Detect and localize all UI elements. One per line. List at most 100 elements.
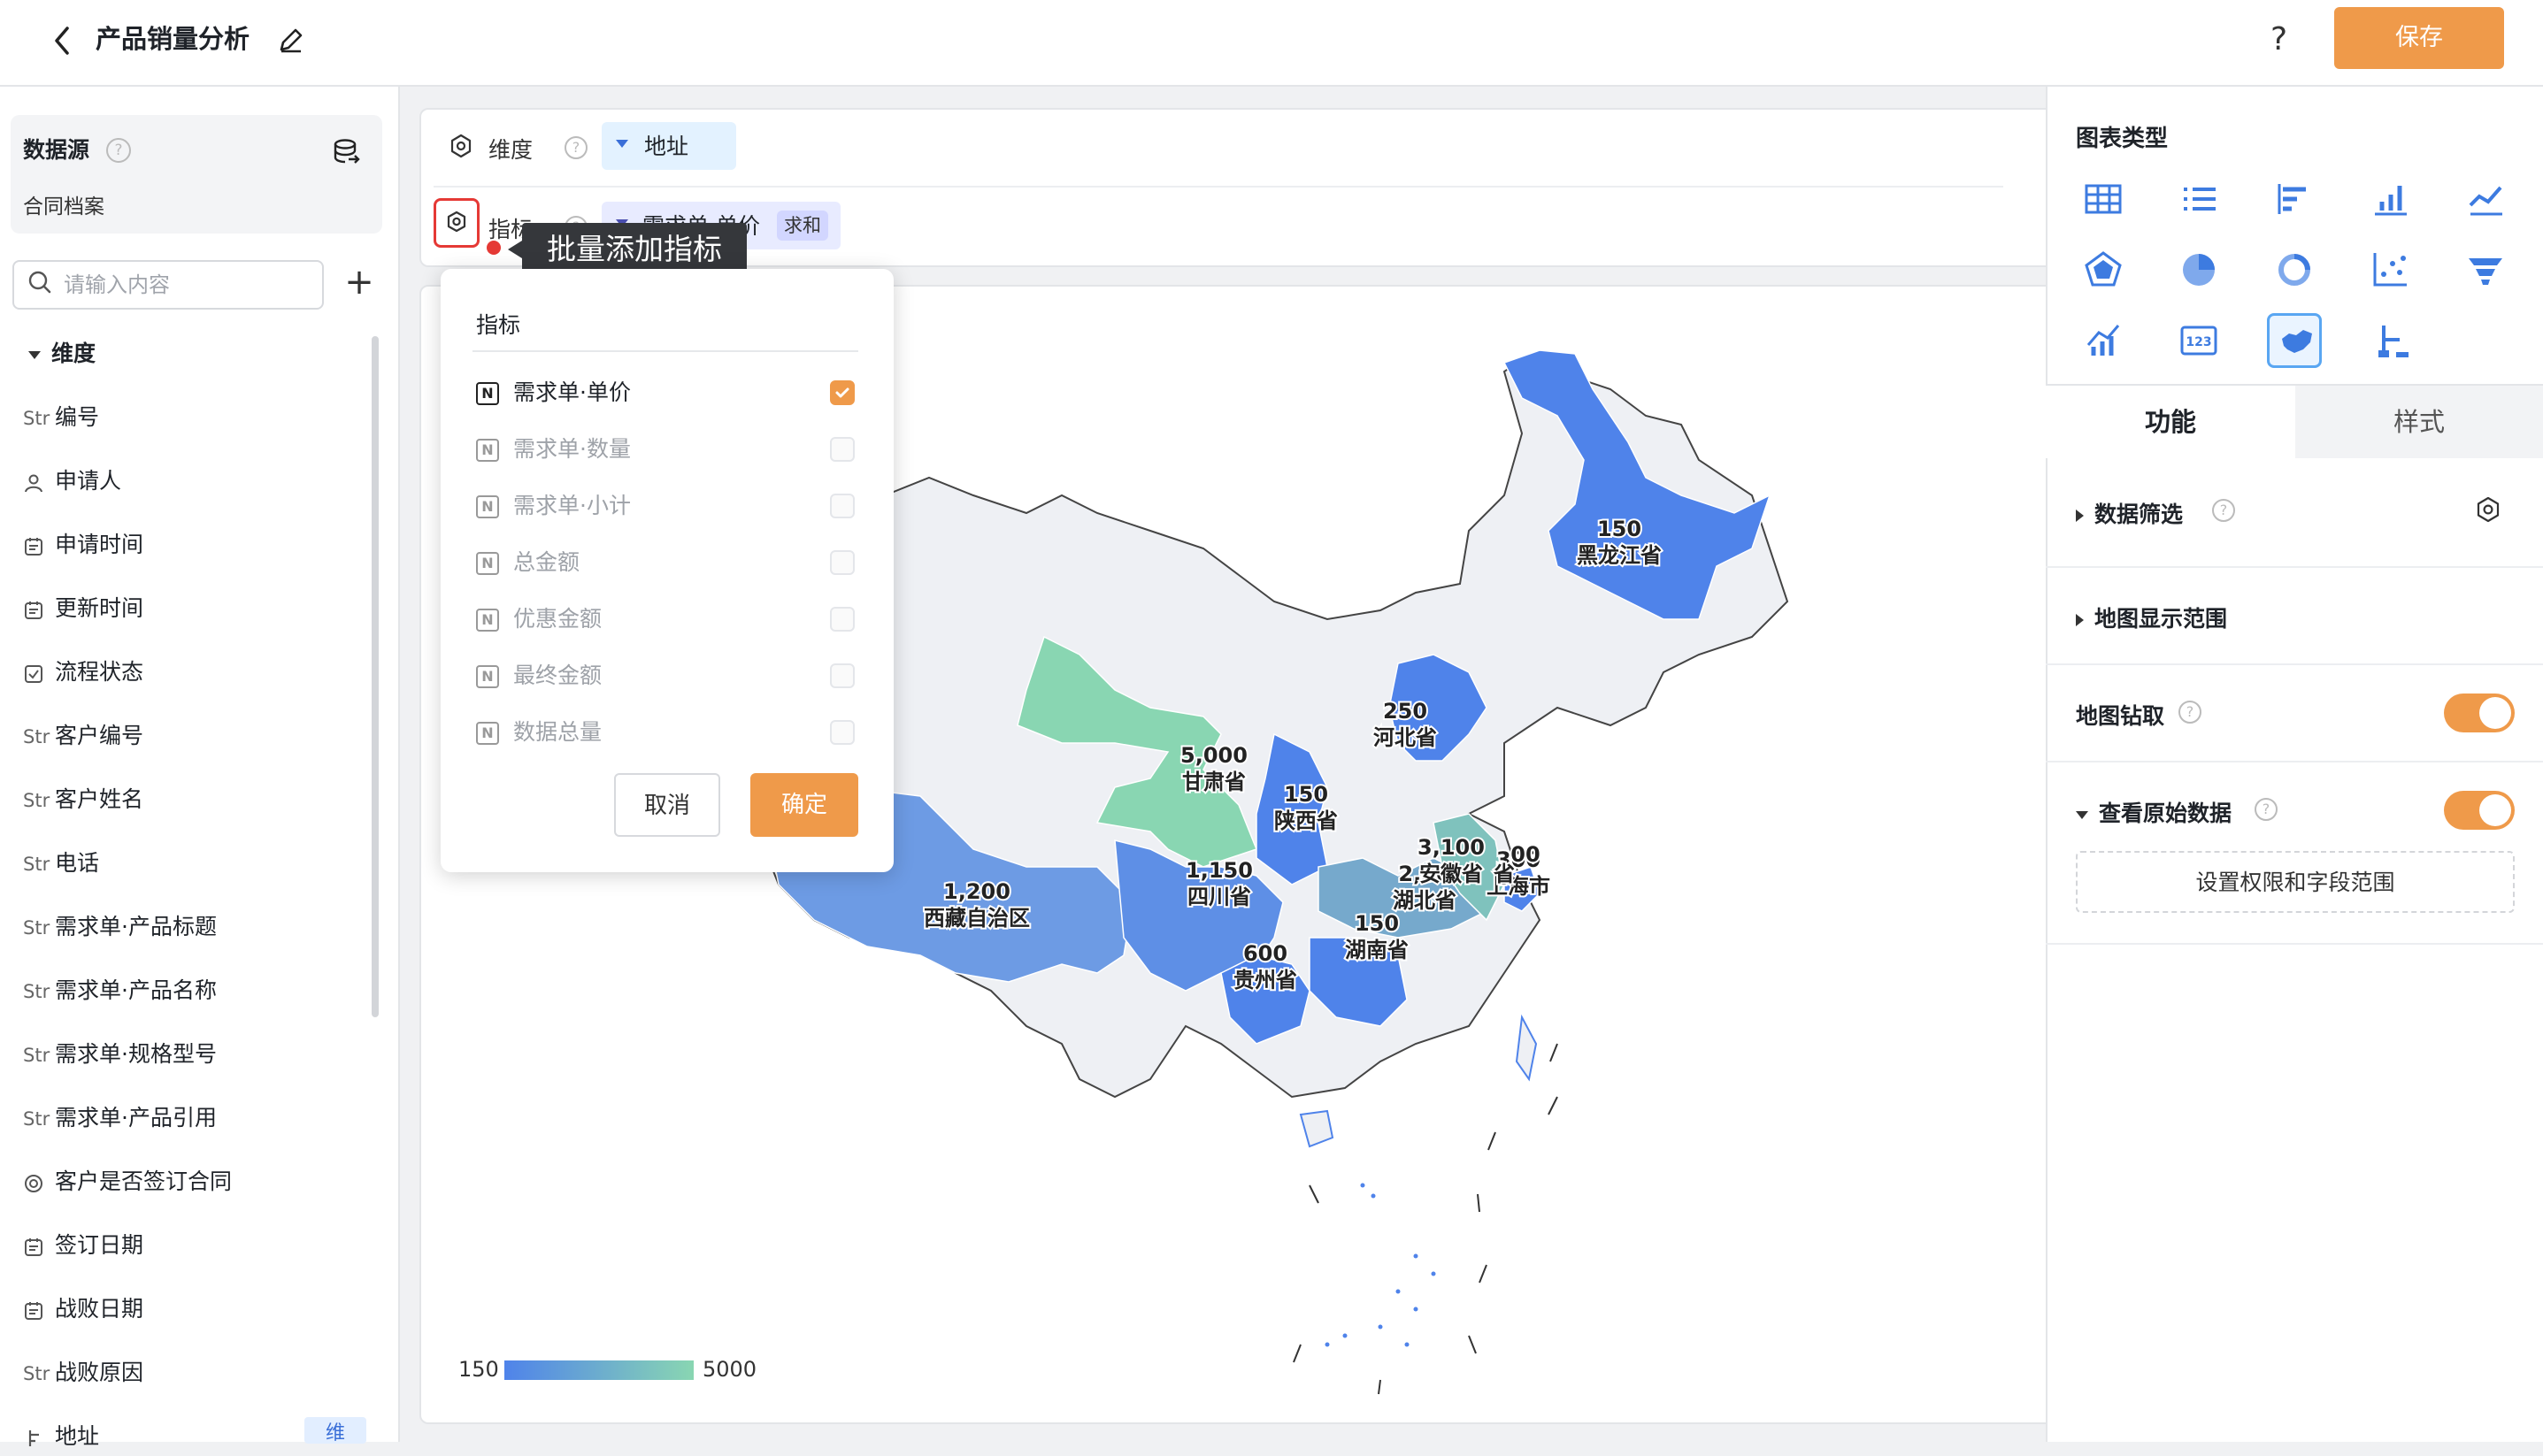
field-list-scrollbar[interactable] [372, 336, 379, 1017]
table-icon[interactable] [2076, 172, 2131, 226]
metric-option[interactable]: N 最终金额 [476, 658, 858, 694]
field-item-label: 更新时间 [55, 595, 144, 621]
funnel-icon[interactable] [2458, 242, 2513, 297]
map-drill-help-icon[interactable]: ? [2178, 701, 2201, 724]
tooltip-arrow [508, 241, 522, 258]
raw-data-help-icon[interactable]: ? [2255, 798, 2278, 821]
data-filter-setting-icon[interactable] [2474, 495, 2502, 527]
set-permission-button[interactable]: 设置权限和字段范围 [2076, 851, 2515, 913]
scatter-icon[interactable] [2362, 242, 2417, 297]
map-chart-icon[interactable] [2267, 313, 2322, 368]
radio-icon [23, 1166, 55, 1201]
data-filter-label: 数据筛选 [2094, 502, 2184, 527]
dimension-group-header[interactable]: 维度 [28, 336, 96, 368]
datasource-help-icon[interactable]: ? [106, 138, 131, 163]
legend-min-label: 150 [458, 1357, 499, 1382]
list-icon[interactable] [2171, 172, 2226, 226]
metric-aggregation-tag[interactable]: 求和 [777, 211, 828, 241]
back-icon[interactable] [48, 23, 76, 58]
horizontal-bar-icon[interactable] [2267, 172, 2322, 226]
calendar-icon [23, 1293, 55, 1329]
metric-option-checkbox[interactable] [830, 720, 855, 745]
line-chart-icon[interactable] [2458, 172, 2513, 226]
field-item[interactable]: Str 需求单·规格型号 [23, 1037, 217, 1072]
field-item[interactable]: Str 需求单·产品名称 [23, 973, 217, 1008]
metric-option-checkbox[interactable] [830, 494, 855, 518]
save-button[interactable]: 保存 [2334, 7, 2504, 69]
bar-chart-icon[interactable] [2362, 172, 2417, 226]
database-switch-icon[interactable] [331, 136, 361, 166]
edit-icon[interactable] [276, 25, 306, 55]
data-filter-help-icon[interactable]: ? [2212, 499, 2235, 522]
raw-data-section[interactable]: 查看原始数据 [2076, 796, 2232, 828]
metric-option-checkbox[interactable] [830, 663, 855, 688]
map-region-name-label: 四川省 [1187, 885, 1251, 909]
metric-option-label: 优惠金额 [513, 606, 603, 632]
field-item[interactable]: Str 编号 [23, 400, 99, 435]
metric-option-checkbox[interactable] [830, 380, 855, 405]
tab-function[interactable]: 功能 [2046, 384, 2295, 458]
field-item[interactable]: 签订日期 [23, 1228, 143, 1263]
metric-option[interactable]: N 数据总量 [476, 715, 858, 750]
metric-option[interactable]: N 需求单·单价 [476, 375, 858, 410]
metric-option-checkbox[interactable] [830, 437, 855, 462]
field-item[interactable]: 申请时间 [23, 527, 143, 563]
section-divider [2046, 943, 2543, 945]
map-range-section[interactable]: 地图显示范围 [2076, 602, 2227, 633]
pie-icon[interactable] [2171, 242, 2226, 297]
field-item[interactable]: 申请人 [23, 464, 121, 499]
text-type-icon: Str [23, 790, 50, 811]
number-type-icon: N [476, 665, 499, 688]
text-type-icon: Str [23, 917, 50, 939]
page-title: 产品销量分析 [96, 24, 250, 54]
confirm-button[interactable]: 确定 [750, 773, 858, 837]
field-item[interactable]: Str 需求单·产品引用 [23, 1100, 217, 1136]
metric-batch-add-icon[interactable] [434, 198, 480, 248]
raw-data-toggle[interactable] [2444, 791, 2515, 830]
number-type-icon: N [476, 382, 499, 405]
dimension-help-icon[interactable]: ? [565, 136, 588, 159]
data-filter-section[interactable]: 数据筛选 [2076, 497, 2183, 529]
radar-icon[interactable] [2076, 242, 2131, 297]
field-item[interactable]: 更新时间 [23, 591, 143, 626]
svg-text:123: 123 [2186, 335, 2211, 349]
map-overlap-fragment-label: 00 [1510, 842, 1540, 867]
section-divider [2046, 566, 2543, 568]
dimension-setting-icon[interactable] [448, 133, 474, 163]
field-item[interactable]: Str 战败原因 [23, 1355, 143, 1391]
top-bar [0, 0, 2543, 87]
metric-option-checkbox[interactable] [830, 550, 855, 575]
combo-chart-icon[interactable] [2076, 313, 2131, 368]
cancel-button[interactable]: 取消 [614, 773, 720, 837]
field-item[interactable]: 客户是否签订合同 [23, 1164, 232, 1199]
metric-option-label: 最终金额 [513, 663, 603, 688]
metric-option[interactable]: N 需求单·数量 [476, 432, 858, 467]
field-item[interactable]: 战败日期 [23, 1291, 143, 1327]
map-drill-toggle[interactable] [2444, 694, 2515, 732]
help-icon[interactable]: ? [2270, 19, 2287, 60]
field-item[interactable]: Str 电话 [23, 846, 99, 881]
tree-icon[interactable] [2362, 313, 2417, 368]
calendar-icon [23, 1230, 55, 1265]
number-type-icon: N [476, 495, 499, 518]
field-item[interactable]: 流程状态 [23, 655, 143, 690]
add-field-button[interactable]: + [340, 260, 379, 306]
metric-option-label: 需求单·单价 [513, 379, 631, 405]
tab-style[interactable]: 样式 [2295, 384, 2543, 458]
field-search-input[interactable] [62, 271, 313, 299]
field-item-label: 客户姓名 [55, 786, 144, 812]
metric-option[interactable]: N 需求单·小计 [476, 488, 858, 524]
donut-icon[interactable] [2267, 242, 2322, 297]
metric-option[interactable]: N 优惠金额 [476, 602, 858, 637]
metric-option[interactable]: N 总金额 [476, 545, 858, 580]
field-item-label: 地址 [55, 1423, 100, 1449]
metric-option-checkbox[interactable] [830, 607, 855, 632]
field-item[interactable]: Str 客户姓名 [23, 782, 143, 817]
map-value-label: 150 [1355, 911, 1399, 936]
field-item[interactable]: 地址 [23, 1419, 99, 1454]
metric-picker-title: 指标 [476, 312, 521, 338]
field-item[interactable]: Str 需求单·产品标题 [23, 909, 217, 945]
map-region-name-label: 甘肃省 [1182, 770, 1246, 794]
number-card-icon[interactable]: 123 [2171, 313, 2226, 368]
field-item[interactable]: Str 客户编号 [23, 718, 143, 754]
